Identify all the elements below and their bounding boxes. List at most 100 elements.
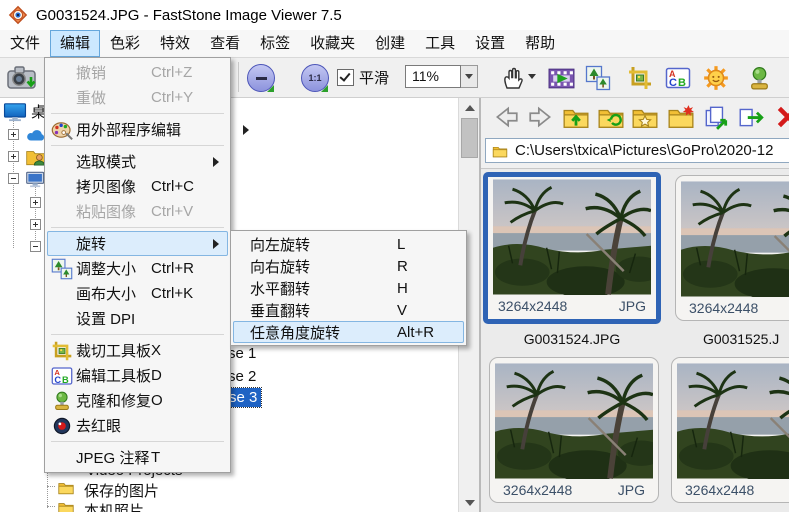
submenu-item-rotate-left[interactable]: 向左旋转L — [233, 233, 464, 255]
slideshow-button[interactable] — [544, 61, 578, 95]
palette-icon — [51, 119, 73, 141]
submenu-item-flip-horizontal[interactable]: 水平翻转H — [233, 277, 464, 299]
submenu-item-flip-vertical[interactable]: 垂直翻转V — [233, 299, 464, 321]
menu-item-copy-image[interactable]: 拷贝图像Ctrl+C — [47, 174, 228, 199]
clone-stamp-button[interactable] — [742, 61, 776, 95]
menu-item-crop-board[interactable]: 裁切工具板X — [47, 338, 228, 363]
scroll-down-button[interactable] — [461, 494, 478, 511]
submenu-item-rotate-arbitrary[interactable]: 任意角度旋转Alt+R — [233, 321, 464, 343]
thumb-dimensions: 3264x2448 — [503, 482, 572, 498]
tree-item-folder[interactable]: se 2 — [228, 368, 256, 385]
menu-item-jpeg-comment[interactable]: JPEG 注释T — [47, 445, 228, 470]
favorites-button[interactable] — [630, 102, 660, 132]
menu-tag[interactable]: 标签 — [250, 30, 300, 57]
zoom-out-button[interactable] — [244, 61, 278, 95]
app-logo-icon — [8, 5, 28, 25]
app-window: G0031524.JPG - FastStone Image Viewer 7.… — [0, 0, 789, 512]
zoom-dropdown-button[interactable] — [461, 65, 478, 88]
menu-view[interactable]: 查看 — [200, 30, 250, 57]
hand-dropdown-arrow-icon[interactable] — [528, 74, 536, 79]
camera-download-icon — [6, 62, 38, 94]
tree-connector — [35, 186, 37, 246]
folder-star-icon — [631, 103, 659, 131]
menu-favorites[interactable]: 收藏夹 — [300, 30, 365, 57]
back-button[interactable] — [491, 102, 521, 132]
submenu-item-rotate-right[interactable]: 向右旋转R — [233, 255, 464, 277]
tree-item-saved-pictures[interactable]: 保存的图片 — [84, 480, 159, 501]
crop-board-icon — [627, 65, 653, 91]
refresh-button[interactable] — [596, 102, 626, 132]
crop-icon — [51, 340, 73, 362]
menu-file[interactable]: 文件 — [0, 30, 50, 57]
title-bar: G0031524.JPG - FastStone Image Viewer 7.… — [0, 0, 789, 30]
red-eye-icon — [51, 415, 73, 437]
path-bar[interactable]: C:\Users\txica\Pictures\GoPro\2020-12 — [485, 138, 789, 163]
thumbnail[interactable]: 3264x2448 JPG — [671, 357, 789, 503]
tree-expander[interactable] — [30, 241, 41, 252]
thumbnail[interactable]: 3264x2448 JPG — [675, 175, 789, 321]
slideshow-icon — [548, 65, 575, 92]
menu-help[interactable]: 帮助 — [515, 30, 565, 57]
menu-item-edit-board[interactable]: 编辑工具板D — [47, 363, 228, 388]
delete-button[interactable] — [773, 102, 789, 132]
tree-expander[interactable] — [8, 129, 19, 140]
menu-item-redo: 重做Ctrl+Y — [47, 85, 228, 110]
tree-connector — [47, 506, 55, 508]
menu-item-set-dpi[interactable]: 设置 DPI — [47, 306, 228, 331]
menu-effects[interactable]: 特效 — [150, 30, 200, 57]
adjust-lighting-button[interactable] — [699, 61, 733, 95]
smooth-checkbox[interactable] — [337, 69, 354, 86]
tree-expander[interactable] — [30, 219, 41, 230]
menu-item-edit-external[interactable]: 用外部程序编辑 — [47, 117, 228, 142]
menu-settings[interactable]: 设置 — [465, 30, 515, 57]
scrollbar-thumb[interactable] — [461, 118, 478, 158]
folder-up-button[interactable] — [561, 102, 591, 132]
resize-icon — [51, 258, 73, 280]
tree-expander[interactable] — [8, 151, 19, 162]
menu-edit[interactable]: 编辑 — [50, 30, 100, 57]
menu-separator — [51, 334, 224, 335]
toolbar-separator — [238, 62, 239, 92]
folder-icon — [491, 143, 509, 159]
rotate-submenu: 向左旋转L 向右旋转R 水平翻转H 垂直翻转V 任意角度旋转Alt+R — [230, 230, 467, 346]
copy-to-icon — [702, 103, 730, 131]
menu-item-rotate[interactable]: 旋转 — [47, 231, 228, 256]
zoom-value-input[interactable]: 11% — [405, 65, 461, 88]
desktop-icon — [3, 102, 27, 122]
menu-item-red-eye[interactable]: 去红眼 — [47, 413, 228, 438]
tree-expander[interactable] — [8, 173, 19, 184]
menu-item-resize[interactable]: 调整大小Ctrl+R — [47, 256, 228, 281]
new-folder-button[interactable] — [666, 102, 696, 132]
scroll-up-button[interactable] — [461, 99, 478, 116]
edit-board-icon — [51, 365, 73, 387]
resize-button[interactable] — [581, 61, 615, 95]
edit-menu: 撤销Ctrl+Z 重做Ctrl+Y 用外部程序编辑 选取模式 拷贝图像Ctrl+… — [44, 57, 231, 473]
thumbnail-selected[interactable]: 3264x2448 JPG — [483, 172, 661, 324]
current-path: C:\Users\txica\Pictures\GoPro\2020-12 — [515, 142, 773, 159]
photo-thumbnail — [677, 363, 789, 479]
copy-to-button[interactable] — [701, 102, 731, 132]
menu-item-clone-heal[interactable]: 克隆和修复O — [47, 388, 228, 413]
tree-item-folder[interactable]: se 1 — [228, 345, 256, 362]
thumb-format: JPG — [618, 482, 645, 498]
camera-download-button[interactable] — [5, 61, 39, 95]
edit-board-button[interactable] — [661, 61, 695, 95]
forward-button[interactable] — [526, 102, 556, 132]
forward-arrow-icon — [527, 103, 555, 131]
menu-item-selection-mode[interactable]: 选取模式 — [47, 149, 228, 174]
tree-connector — [47, 486, 55, 488]
crop-board-button[interactable] — [623, 61, 657, 95]
zoom-one-to-one-button[interactable]: 1:1 — [298, 61, 332, 95]
thumbnail[interactable]: 3264x2448 JPG — [489, 357, 659, 503]
move-to-button[interactable] — [736, 102, 766, 132]
menu-item-canvas-size[interactable]: 画布大小Ctrl+K — [47, 281, 228, 306]
menu-create[interactable]: 创建 — [365, 30, 415, 57]
menu-colors[interactable]: 色彩 — [100, 30, 150, 57]
tree-expander[interactable] — [30, 197, 41, 208]
window-title: G0031524.JPG - FastStone Image Viewer 7.… — [36, 7, 342, 24]
menu-tools[interactable]: 工具 — [415, 30, 465, 57]
file-browser-panel: C:\Users\txica\Pictures\GoPro\2020-12 32… — [481, 98, 789, 512]
tree-item-camera-roll[interactable]: 本机照片 — [84, 500, 144, 512]
menu-item-undo: 撤销Ctrl+Z — [47, 60, 228, 85]
pan-hand-button[interactable] — [495, 61, 529, 95]
